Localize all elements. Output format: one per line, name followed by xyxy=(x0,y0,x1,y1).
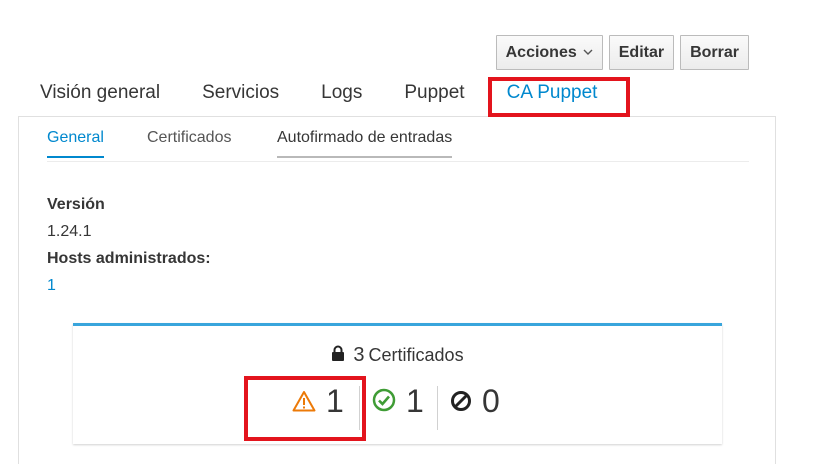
revoked-count: 0 xyxy=(482,383,500,419)
pending-count: 1 xyxy=(326,383,344,419)
tab-logs[interactable]: Logs xyxy=(321,80,362,106)
actions-dropdown-button[interactable]: Acciones xyxy=(495,35,603,70)
subtab-autosign-entries[interactable]: Autofirmado de entradas xyxy=(277,129,453,158)
revoked-certificates-stat[interactable]: 0 xyxy=(450,381,500,421)
lock-icon xyxy=(331,345,345,367)
certificates-total: 3 xyxy=(353,344,365,366)
subtabs: General Certificados Autofirmado de entr… xyxy=(47,117,749,162)
chevron-down-icon xyxy=(583,47,593,59)
hosts-value-link[interactable]: 1 xyxy=(47,272,211,299)
toolbar: Acciones Editar Borrar xyxy=(495,35,749,70)
hosts-label: Hosts administrados: xyxy=(47,250,211,267)
subtab-general[interactable]: General xyxy=(47,129,104,158)
version-label: Versión xyxy=(47,196,105,213)
main-tabs: Visión general Servicios Logs Puppet CA … xyxy=(40,80,639,106)
version-value: 1.24.1 xyxy=(47,223,92,240)
actions-label: Acciones xyxy=(505,43,577,61)
tab-puppet[interactable]: Puppet xyxy=(404,80,464,106)
certificate-stats: 1 1 0 xyxy=(73,381,722,433)
certificates-card: 3 Certificados 1 1 0 xyxy=(73,323,722,444)
signed-certificates-stat[interactable]: 1 xyxy=(372,381,424,421)
ban-icon xyxy=(450,381,472,421)
check-circle-icon xyxy=(372,381,396,421)
warning-triangle-icon xyxy=(292,381,316,421)
tab-ca-puppet[interactable]: CA Puppet xyxy=(507,80,598,106)
delete-button[interactable]: Borrar xyxy=(680,35,749,70)
edit-button[interactable]: Editar xyxy=(608,35,675,70)
signed-count: 1 xyxy=(406,383,424,419)
ca-puppet-panel: General Certificados Autofirmado de entr… xyxy=(18,116,776,464)
subtab-certificates[interactable]: Certificados xyxy=(147,129,231,156)
tab-overview[interactable]: Visión general xyxy=(40,80,160,106)
properties-list: Versión 1.24.1 Hosts administrados: 1 xyxy=(47,191,211,299)
tab-services[interactable]: Servicios xyxy=(202,80,279,106)
certificates-title: Certificados xyxy=(368,345,464,365)
pending-certificates-stat[interactable]: 1 xyxy=(292,381,344,421)
certificates-card-title: 3 Certificados xyxy=(73,344,722,367)
stat-divider xyxy=(359,386,360,430)
stat-divider xyxy=(437,386,438,430)
